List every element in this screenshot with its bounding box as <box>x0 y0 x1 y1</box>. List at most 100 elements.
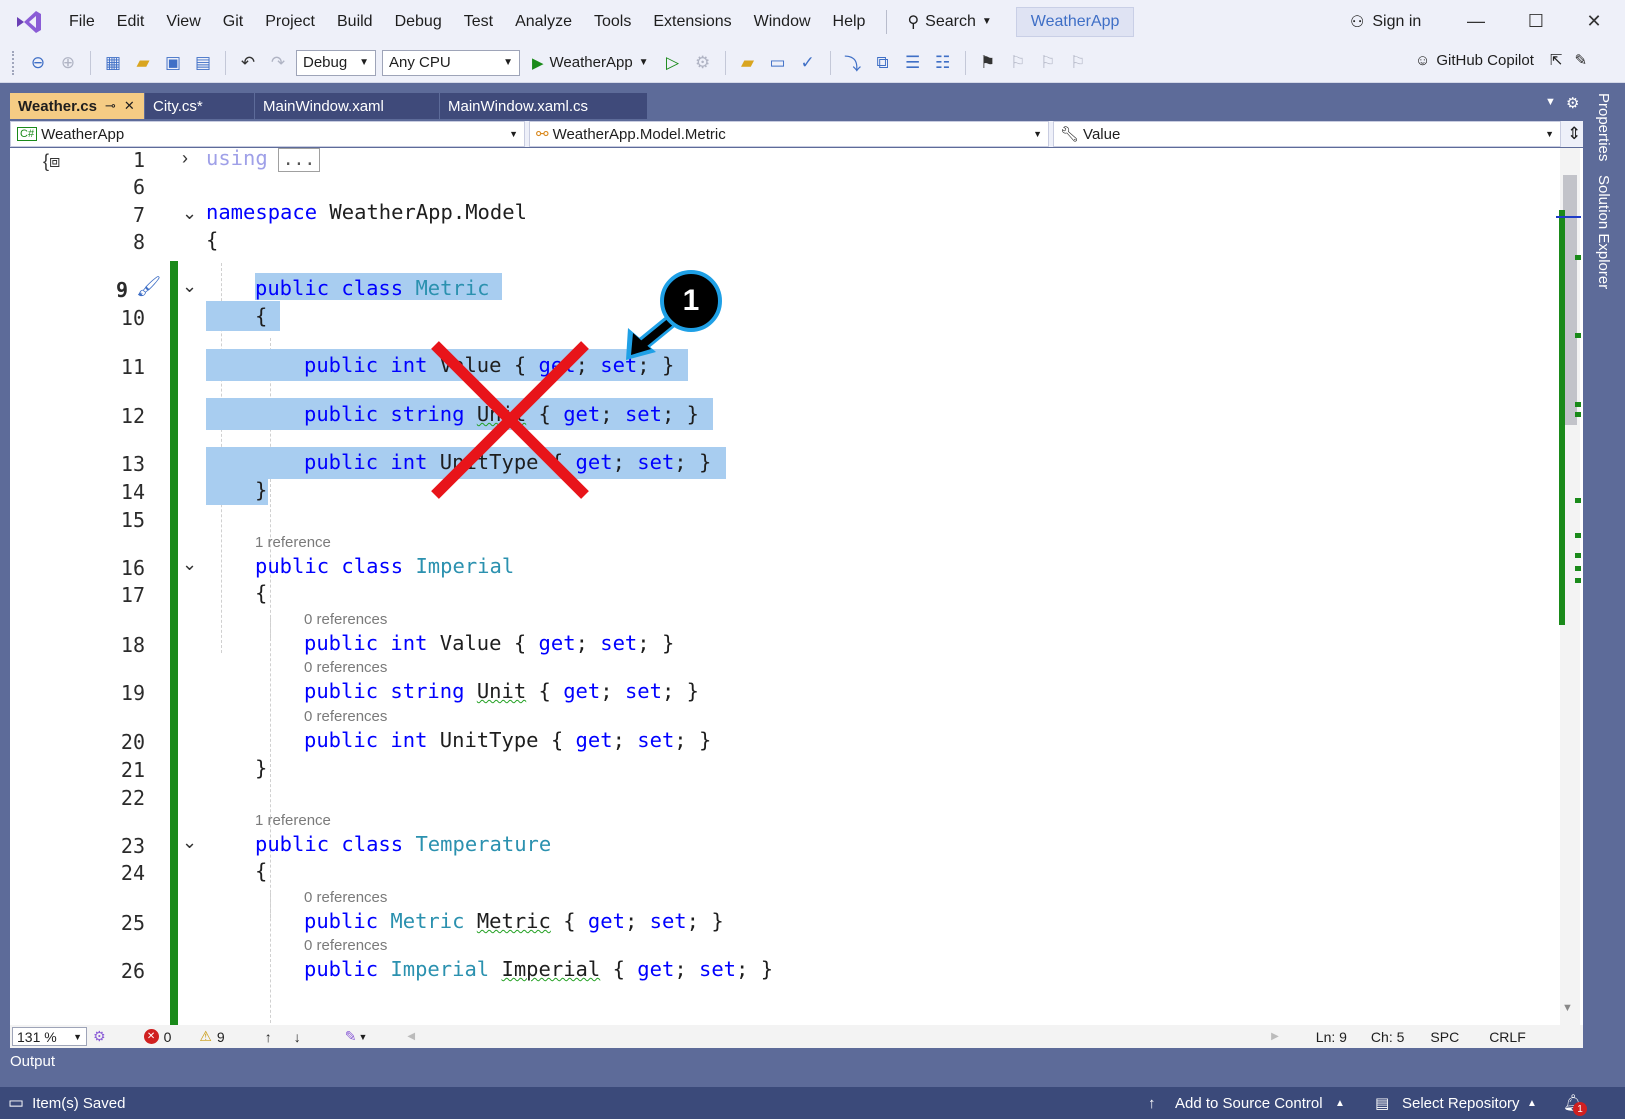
scroll-left-icon[interactable]: ◀ <box>407 1031 415 1042</box>
line-ending-indicator[interactable]: CRLF <box>1489 1029 1526 1045</box>
start-without-debugging-icon[interactable]: ▷ <box>661 51 685 75</box>
gear-icon[interactable]: ⚙ <box>1566 94 1579 112</box>
menu-git[interactable]: Git <box>212 0 254 43</box>
menu-tools[interactable]: Tools <box>583 0 642 43</box>
split-editor-icon[interactable]: ⇕ <box>1567 121 1581 147</box>
close-window-button[interactable]: ✕ <box>1566 0 1622 43</box>
expand-outline-icon[interactable]: › <box>182 148 188 169</box>
spell-check-icon[interactable]: ✓ <box>796 51 820 75</box>
visual-studio-logo-icon[interactable] <box>14 7 44 37</box>
search-box[interactable]: ⚲ Search ▼ <box>897 12 1001 32</box>
close-icon[interactable]: ✕ <box>124 98 135 114</box>
configuration-dropdown[interactable]: Debug ▼ <box>296 49 376 76</box>
tab-overflow-icon[interactable]: ▼ <box>1545 96 1556 108</box>
line-indicator[interactable]: Ln: 9 <box>1316 1029 1347 1045</box>
output-tab[interactable]: Output <box>10 1053 55 1070</box>
sign-in-button[interactable]: ⚇ Sign in <box>1350 0 1421 43</box>
hot-reload-icon[interactable]: ⚙ <box>691 51 715 75</box>
platform-dropdown[interactable]: Any CPU ▼ <box>382 49 520 76</box>
layout-icon[interactable]: ▭ <box>766 51 790 75</box>
codelens-references[interactable]: 0 references <box>304 889 387 906</box>
previous-issue-icon[interactable]: ↑ <box>265 1029 272 1045</box>
menu-build[interactable]: Build <box>326 0 384 43</box>
warning-icon[interactable]: ⚠ <box>199 1028 212 1045</box>
select-repository-button[interactable]: Select Repository <box>1402 1095 1520 1112</box>
navigate-forward-icon[interactable]: ⊕ <box>56 51 80 75</box>
error-icon[interactable]: ✕ <box>143 1029 159 1044</box>
menu-debug[interactable]: Debug <box>384 0 453 43</box>
uncomment-icon[interactable]: ☷ <box>931 51 955 75</box>
undo-icon[interactable]: ↶ <box>236 51 260 75</box>
tab-city-cs[interactable]: City.cs* <box>145 93 255 119</box>
code-cleanup-icon[interactable]: ⚙ <box>93 1028 106 1045</box>
tab-mainwindow-xaml[interactable]: MainWindow.xaml <box>255 93 440 119</box>
clear-bookmarks-icon[interactable]: ⚐ <box>1066 51 1090 75</box>
type-dropdown[interactable]: ⚯ WeatherApp.Model.Metric ▼ <box>529 121 1049 147</box>
new-project-icon[interactable]: ▦ <box>101 51 125 75</box>
navigate-back-icon[interactable]: ⊖ <box>26 51 50 75</box>
previous-bookmark-icon[interactable]: ⚐ <box>1006 51 1030 75</box>
solution-explorer-tab[interactable]: Solution Explorer <box>1595 175 1612 289</box>
project-dropdown[interactable]: C# WeatherApp ▼ <box>10 121 525 147</box>
compare-icon[interactable]: ⧉ <box>871 51 895 75</box>
collapsed-region-box[interactable]: ... <box>277 148 321 172</box>
add-to-source-control-button[interactable]: Add to Source Control <box>1175 1095 1323 1112</box>
save-all-icon[interactable]: ▤ <box>191 51 215 75</box>
feedback-icon[interactable]: ✎ <box>1574 51 1587 69</box>
comment-icon[interactable]: ☰ <box>901 51 925 75</box>
code-editor[interactable]: {⧈ 1 6 7 8 9 🖌︎ 10 11 12 13 14 15 16 17 … <box>10 148 1583 1025</box>
open-folder-icon[interactable]: ▰ <box>131 51 155 75</box>
menu-test[interactable]: Test <box>453 0 504 43</box>
github-copilot-button[interactable]: ☺ GitHub Copilot ⇱ ✎ <box>1415 51 1587 70</box>
code-token: Unit <box>476 679 527 703</box>
codelens-references[interactable]: 1 reference <box>255 534 331 551</box>
properties-tab[interactable]: Properties <box>1595 93 1612 161</box>
codelens-references[interactable]: 0 references <box>304 708 387 725</box>
member-dropdown[interactable]: 🔧︎ Value ▼ <box>1053 121 1561 147</box>
chevron-down-icon[interactable]: ▼ <box>358 1032 367 1042</box>
minimize-button[interactable]: — <box>1448 0 1504 43</box>
tab-mainwindow-xaml-cs[interactable]: MainWindow.xaml.cs <box>440 93 648 119</box>
step-into-icon[interactable]: ⤵ <box>841 51 865 75</box>
codelens-references[interactable]: 1 reference <box>255 812 331 829</box>
document-tab-strip: Weather.cs ⊸ ✕ City.cs* MainWindow.xaml … <box>10 93 648 119</box>
scrollbar-thumb[interactable] <box>1563 175 1577 425</box>
share-icon[interactable]: ⇱ <box>1550 51 1563 69</box>
brush-icon[interactable]: ✎ <box>345 1028 357 1045</box>
next-issue-icon[interactable]: ↓ <box>294 1029 301 1045</box>
solution-name-badge[interactable]: WeatherApp <box>1015 6 1135 37</box>
next-bookmark-icon[interactable]: ⚐ <box>1036 51 1060 75</box>
menu-view[interactable]: View <box>155 0 211 43</box>
save-icon[interactable]: ▣ <box>161 51 185 75</box>
collapse-outline-icon[interactable]: ⌄ <box>182 276 197 297</box>
menu-analyze[interactable]: Analyze <box>504 0 583 43</box>
codelens-references[interactable]: 0 references <box>304 611 387 628</box>
column-indicator[interactable]: Ch: 5 <box>1371 1029 1404 1045</box>
toolbar-grip[interactable] <box>12 50 16 75</box>
tab-weather-cs[interactable]: Weather.cs ⊸ ✕ <box>10 93 145 119</box>
redo-icon[interactable]: ↷ <box>266 51 290 75</box>
codelens-references[interactable]: 0 references <box>304 659 387 676</box>
menu-help[interactable]: Help <box>822 0 877 43</box>
menu-file[interactable]: File <box>58 0 106 43</box>
collapse-outline-icon[interactable]: ⌄ <box>182 554 197 575</box>
scroll-right-icon[interactable]: ▶ <box>1271 1031 1279 1042</box>
quick-actions-brush-icon[interactable]: 🖌︎ <box>136 274 161 299</box>
start-debugging-button[interactable]: ▶ WeatherApp ▼ <box>526 54 655 72</box>
collapse-outline-icon[interactable]: ⌄ <box>182 832 197 853</box>
solution-explorer-icon[interactable]: ▰ <box>736 51 760 75</box>
scroll-down-icon[interactable]: ▼ <box>1562 1002 1573 1014</box>
bookmark-icon[interactable]: ⚑ <box>976 51 1000 75</box>
maximize-button[interactable]: ☐ <box>1508 0 1564 43</box>
code-token: ; <box>624 909 650 933</box>
menu-project[interactable]: Project <box>254 0 326 43</box>
codelens-references[interactable]: 0 references <box>304 937 387 954</box>
pin-icon[interactable]: ⊸ <box>105 98 116 114</box>
menu-window[interactable]: Window <box>743 0 822 43</box>
collapse-outline-icon[interactable]: ⌄ <box>182 203 197 224</box>
menu-extensions[interactable]: Extensions <box>642 0 742 43</box>
zoom-dropdown[interactable]: 131 % ▼ <box>12 1027 87 1046</box>
code-token: set <box>637 728 675 752</box>
menu-edit[interactable]: Edit <box>106 0 156 43</box>
whitespace-indicator[interactable]: SPC <box>1430 1029 1459 1045</box>
